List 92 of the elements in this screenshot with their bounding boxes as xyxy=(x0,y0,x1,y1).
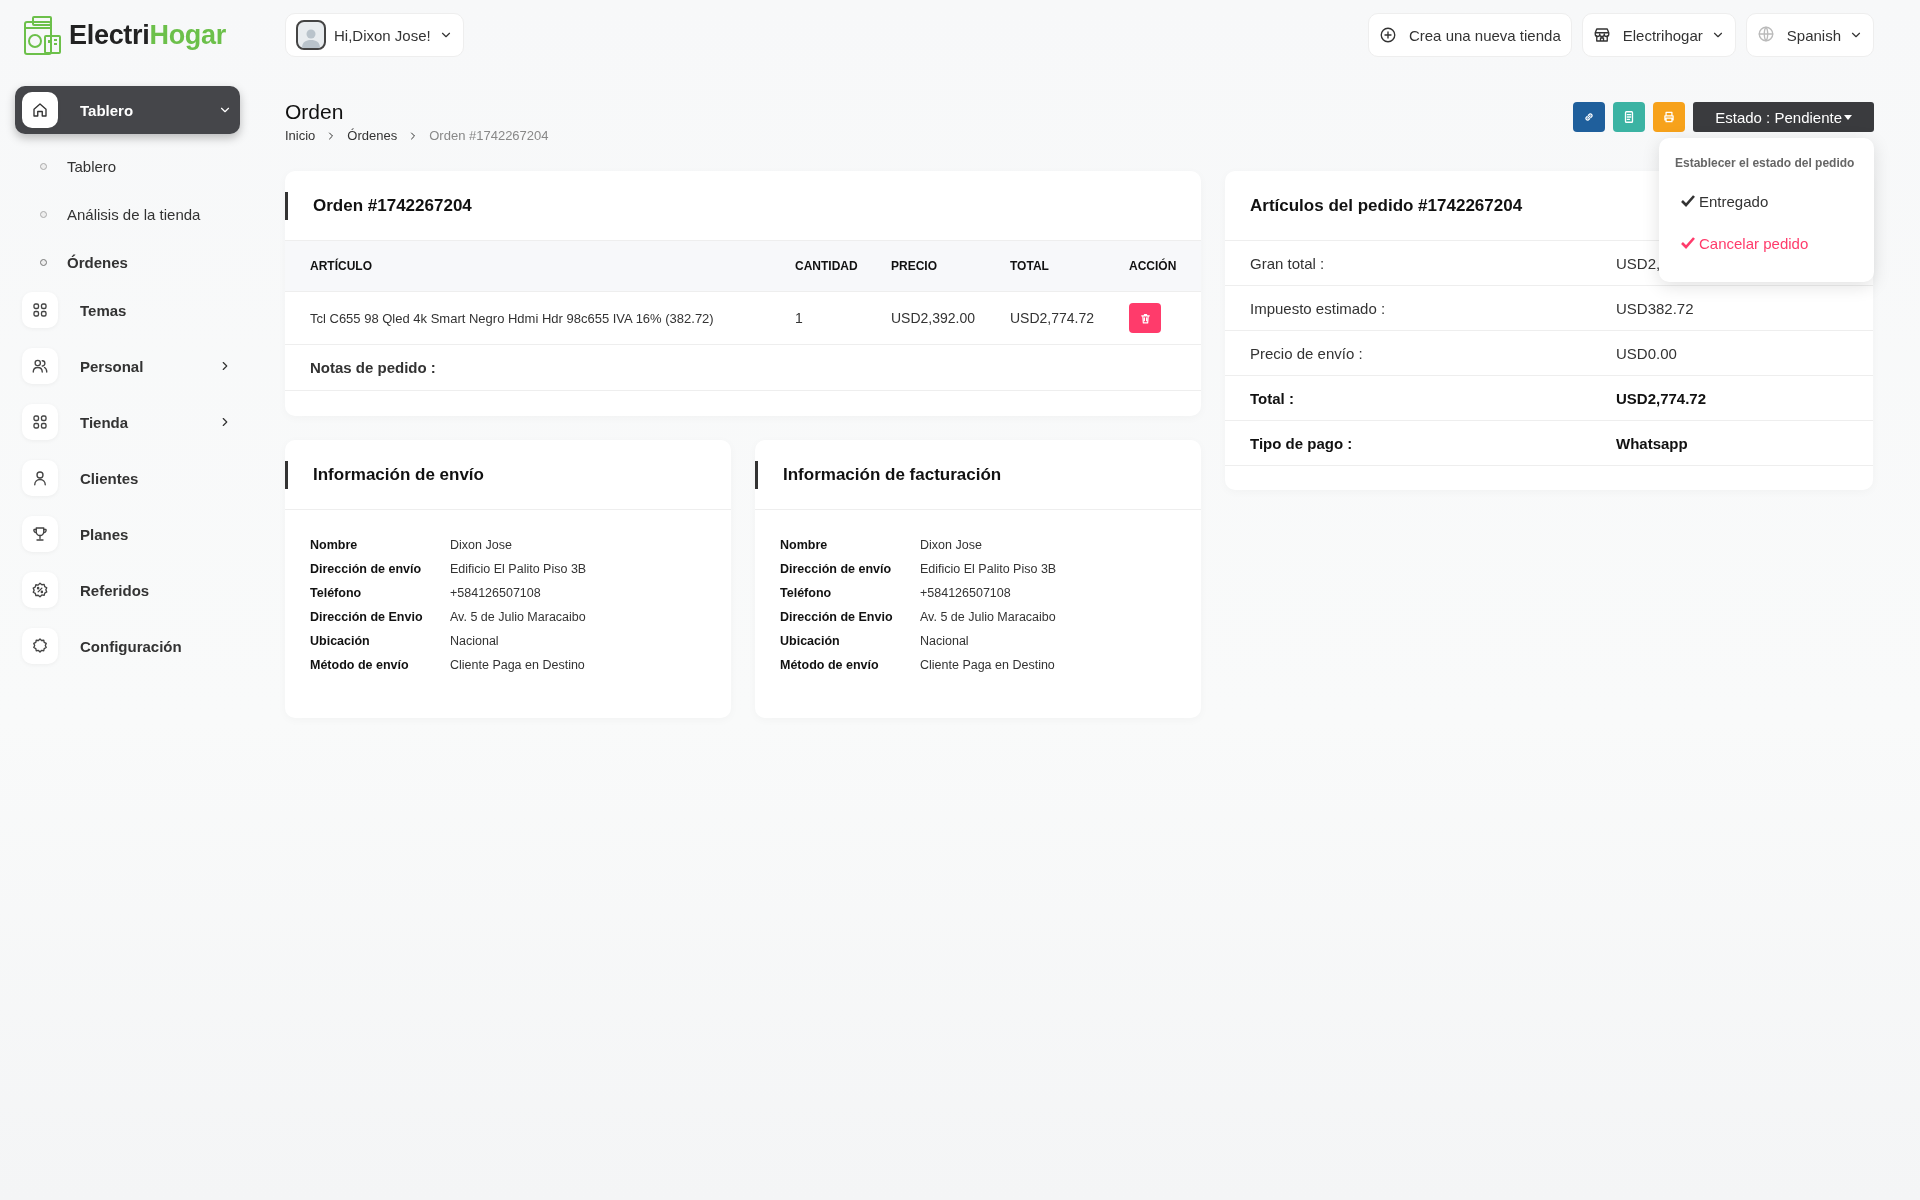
field-value: Av. 5 de Julio Maracaibo xyxy=(920,610,1057,624)
summary-value: USD2,774.72 xyxy=(1616,389,1707,407)
field-value: Cliente Paga en Destino xyxy=(920,658,1056,672)
field-label: Método de envío xyxy=(310,658,410,672)
card-title: Artículos del pedido #1742267204 xyxy=(1249,194,1524,217)
sidebar-item[interactable]: Tablero xyxy=(15,86,240,134)
menu-header: Establecer el estado del pedido xyxy=(1675,156,1856,170)
settings-icon xyxy=(31,637,49,655)
card-title: Orden #1742267204 xyxy=(285,191,497,220)
table-cell: USD2,392.00 xyxy=(881,291,1000,345)
field-value: Cliente Paga en Destino xyxy=(450,658,586,672)
dropdown-button[interactable]: Spanish xyxy=(1745,13,1874,57)
breadcrumb-current: Orden #1742267204 xyxy=(429,128,549,143)
sidebar-item[interactable]: Temas xyxy=(15,286,240,334)
check-icon xyxy=(1681,237,1695,249)
sidebar-item[interactable]: Planes xyxy=(15,510,240,558)
users-icon xyxy=(31,357,49,375)
field-value: Nacional xyxy=(920,634,970,648)
column-header: TOTAL xyxy=(1000,241,1119,292)
dropdown-button[interactable]: Electrihogar xyxy=(1581,13,1736,57)
discount-icon xyxy=(31,581,49,599)
field-value: Av. 5 de Julio Maracaibo xyxy=(450,610,587,624)
breadcrumb-link[interactable]: Órdenes xyxy=(347,128,398,143)
trash-icon xyxy=(1138,311,1152,325)
summary-value: USD382.72 xyxy=(1616,299,1694,317)
field-value: Edificio El Palito Piso 3B xyxy=(920,562,1058,576)
home-icon xyxy=(31,101,49,119)
trophy-icon xyxy=(31,525,49,543)
icon-button[interactable] xyxy=(1573,102,1606,132)
notes-label: Notas de pedido : xyxy=(310,359,436,376)
summary-label: Precio de envío : xyxy=(1250,344,1364,362)
table-cell: USD2,774.72 xyxy=(1000,291,1119,345)
summary-label: Gran total : xyxy=(1250,254,1326,272)
menu-option[interactable]: Cancelar pedido xyxy=(1675,222,1860,264)
user-icon xyxy=(31,469,49,487)
sidebar-item[interactable]: Tienda xyxy=(15,398,240,446)
create-store-button[interactable]: Crea una nueva tienda xyxy=(1367,13,1572,57)
field-label: Teléfono xyxy=(780,586,833,600)
sidebar-item[interactable]: Clientes xyxy=(15,454,240,502)
field-value: Nacional xyxy=(450,634,500,648)
appliance-logo-icon xyxy=(21,14,63,56)
field-value: Dixon Jose xyxy=(920,538,983,552)
field-label: Dirección de Envio xyxy=(780,610,894,624)
field-value: +584126507108 xyxy=(920,586,1012,600)
field-label: Dirección de Envio xyxy=(310,610,424,624)
submenu-item[interactable]: Análisis de la tienda xyxy=(15,190,240,238)
field-value: Dixon Jose xyxy=(450,538,513,552)
caret-icon xyxy=(1844,114,1852,120)
status-dropdown-button[interactable]: Estado : Pendiente xyxy=(1693,102,1874,132)
table-cell: 1 xyxy=(785,291,881,345)
plus-circle-icon xyxy=(1378,26,1397,44)
field-label: Dirección de envío xyxy=(780,562,893,576)
field-label: Nombre xyxy=(310,538,359,552)
summary-label: Impuesto estimado : xyxy=(1250,299,1387,317)
summary-label: Total : xyxy=(1250,389,1295,407)
field-label: Ubicación xyxy=(780,634,841,648)
field-value: Edificio El Palito Piso 3B xyxy=(450,562,588,576)
submenu-item[interactable]: Tablero xyxy=(15,142,240,190)
check-icon xyxy=(1681,195,1695,207)
delete-button[interactable] xyxy=(1129,303,1161,333)
card-title: Información de facturación xyxy=(755,460,1027,489)
sidebar-item[interactable]: Personal xyxy=(15,342,240,390)
table-cell: Tcl C655 98 Qled 4k Smart Negro Hdmi Hdr 98c655 IVA 16% (382.72) xyxy=(285,291,785,345)
field-label: Dirección de envío xyxy=(310,562,423,576)
column-header: ACCIÓN xyxy=(1119,241,1201,292)
summary-value: Whatsapp xyxy=(1616,434,1688,452)
summary-value: USD0.00 xyxy=(1616,344,1677,362)
printer-icon xyxy=(1662,110,1677,124)
breadcrumb-link[interactable]: Inicio xyxy=(285,128,316,143)
globe-icon xyxy=(1756,24,1775,43)
icon-button[interactable] xyxy=(1613,102,1646,132)
field-label: Nombre xyxy=(780,538,829,552)
user-menu-button[interactable]: Hi,Dixon Jose! xyxy=(285,13,464,57)
page-title: Orden xyxy=(285,100,345,124)
sidebar-item[interactable]: Referidos xyxy=(15,566,240,614)
card-title: Información de envío xyxy=(285,460,509,489)
field-label: Método de envío xyxy=(780,658,880,672)
grid-icon xyxy=(31,413,49,431)
store-icon xyxy=(1592,26,1611,44)
brand-logo: ElectriHogar xyxy=(69,19,226,51)
column-header: PRECIO xyxy=(881,241,1000,292)
submenu-item[interactable]: Órdenes xyxy=(15,238,240,286)
summary-label: Tipo de pago : xyxy=(1250,434,1354,452)
field-label: Ubicación xyxy=(310,634,371,648)
sidebar-item[interactable]: Configuración xyxy=(15,622,240,670)
field-value: +584126507108 xyxy=(450,586,542,600)
grid-icon xyxy=(31,301,49,319)
column-header: CANTIDAD xyxy=(785,241,881,292)
column-header: ARTÍCULO xyxy=(285,241,785,292)
field-label: Teléfono xyxy=(310,586,363,600)
menu-option[interactable]: Entregado xyxy=(1675,180,1860,222)
summary-value: USD2, xyxy=(1616,254,1661,272)
